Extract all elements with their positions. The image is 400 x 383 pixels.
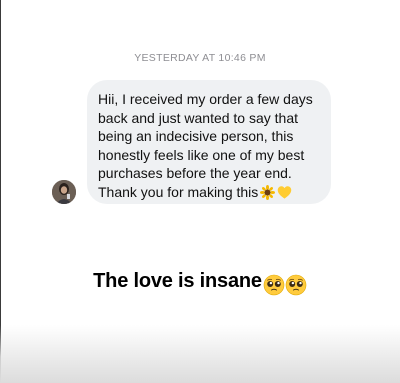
received-message-bubble[interactable]: Hii, I received my order a few days back… — [87, 80, 331, 204]
message-text: Hii, I received my order a few days back… — [98, 90, 321, 204]
story-caption: The love is insane — [0, 270, 400, 296]
yellow-heart-icon — [277, 185, 292, 205]
message-timestamp: YESTERDAY AT 10:46 PM — [134, 52, 266, 64]
pleading-face-icon — [263, 274, 285, 296]
bottom-gradient-overlay — [0, 325, 400, 383]
avatar-photo-icon — [52, 180, 76, 204]
caption-text: The love is insane — [93, 270, 262, 292]
story-screen: YESTERDAY AT 10:46 PM Hii, I received my… — [0, 0, 400, 383]
pleading-face-icon — [285, 274, 307, 296]
sunflower-icon — [260, 184, 276, 205]
pleading-face-emojis — [263, 273, 307, 296]
sender-avatar[interactable] — [52, 180, 76, 204]
